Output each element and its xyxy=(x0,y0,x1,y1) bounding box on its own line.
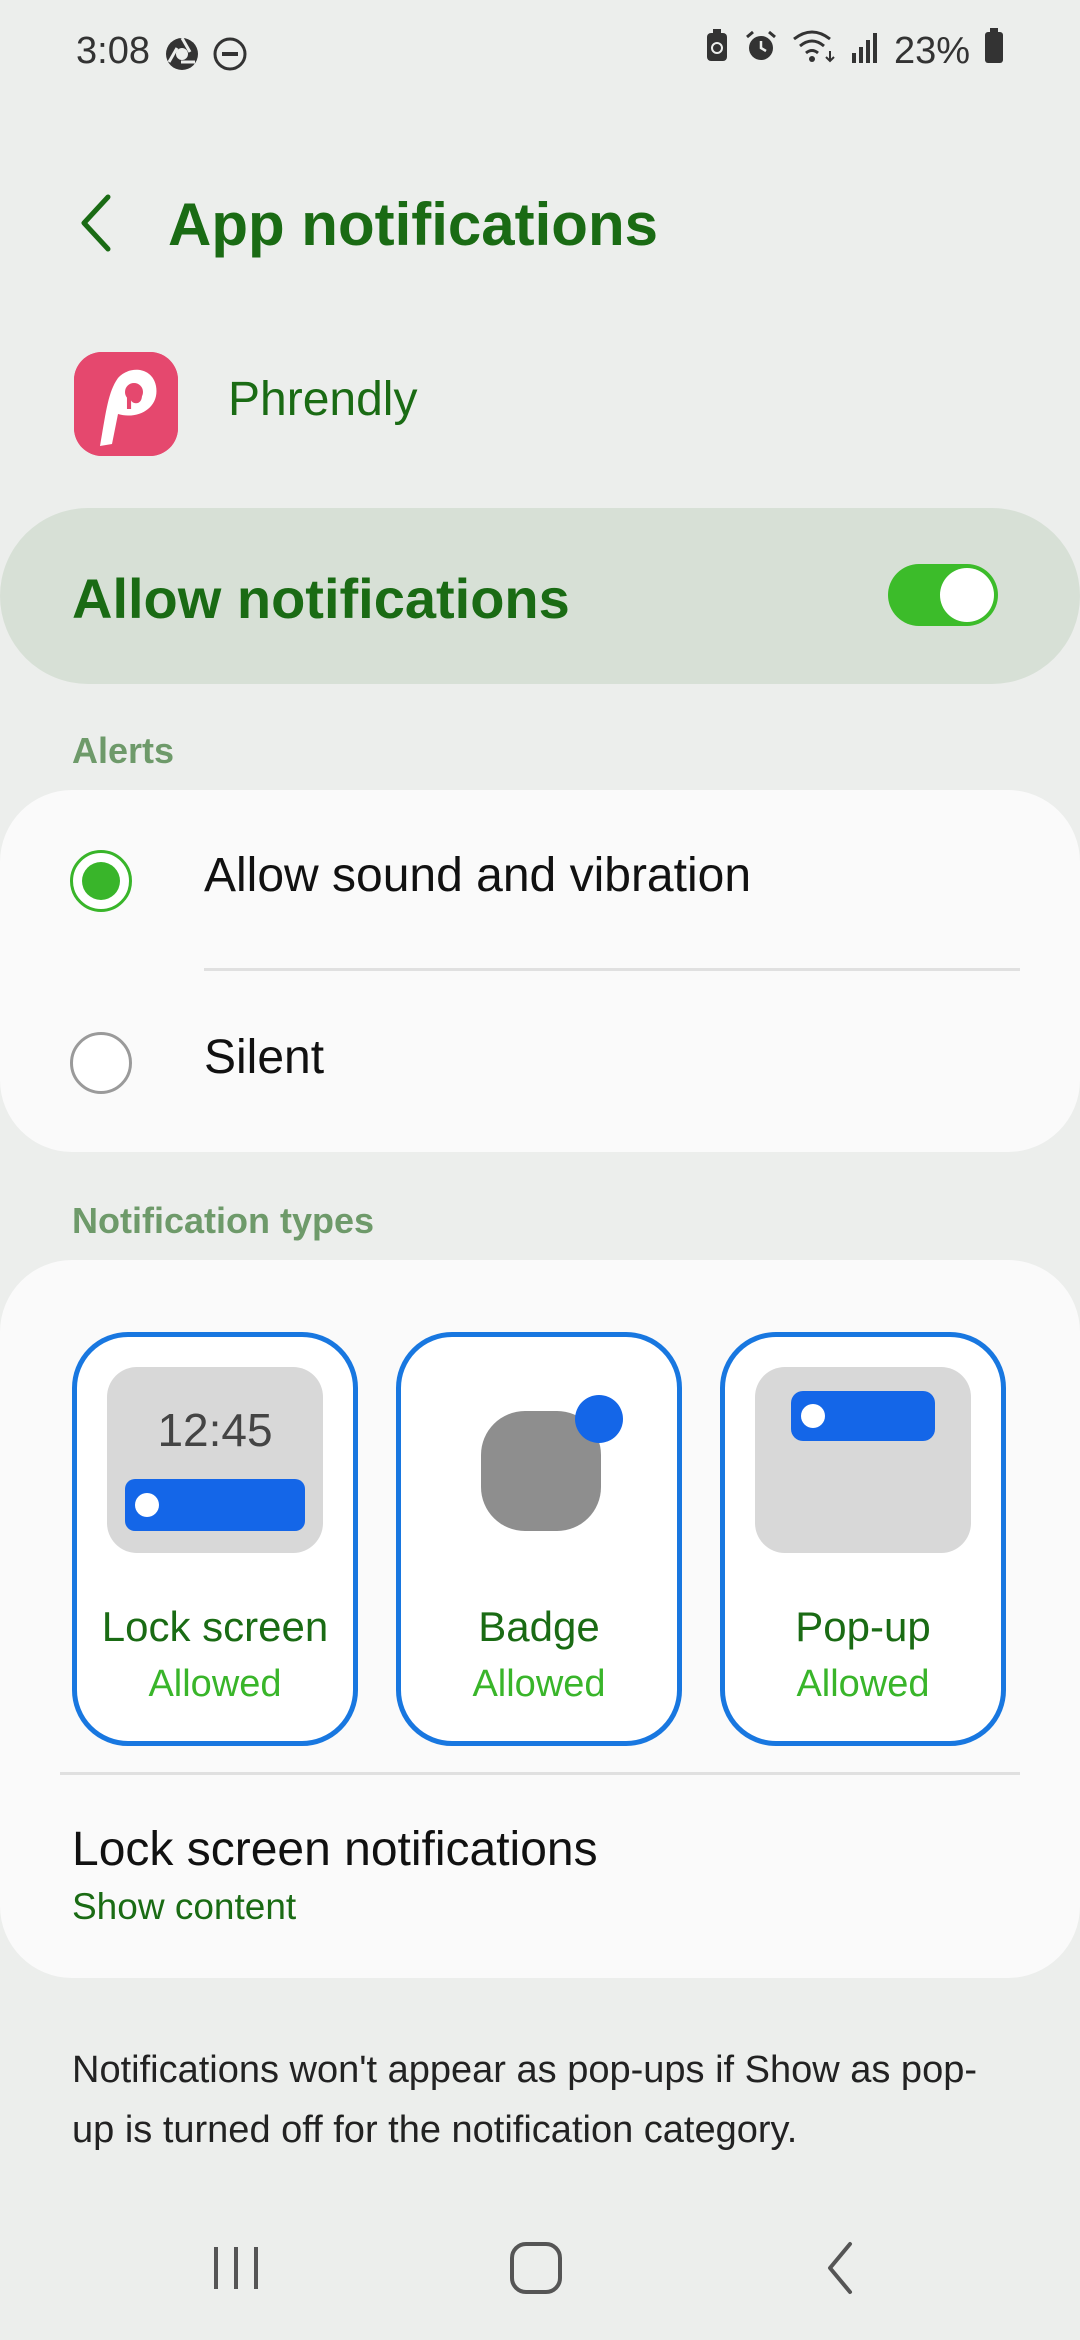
chrome-icon xyxy=(164,36,200,77)
recent-apps-icon xyxy=(210,2243,262,2298)
type-title-popup: Pop-up xyxy=(795,1603,931,1650)
banner-dot xyxy=(135,1493,159,1517)
back-button[interactable] xyxy=(66,190,126,260)
type-title-badge: Badge xyxy=(478,1603,600,1650)
phrendly-logo-icon: p xyxy=(74,352,178,456)
phrendly-logo-letter: p xyxy=(125,377,143,410)
lock-screen-preview: 12:45 xyxy=(107,1367,323,1553)
status-time: 3:08 xyxy=(76,30,150,72)
notification-types-section-header: Notification types xyxy=(72,1200,375,1241)
radio-selected-dot xyxy=(82,862,120,900)
radio-silent[interactable] xyxy=(70,1032,132,1094)
do-not-disturb-icon xyxy=(212,36,248,77)
option-label-sound-vibration: Allow sound and vibration xyxy=(204,849,752,902)
nav-back-button[interactable] xyxy=(780,2230,900,2310)
alarm-icon xyxy=(744,29,778,73)
chevron-left-icon xyxy=(76,193,116,258)
chevron-left-icon xyxy=(822,2240,858,2301)
battery-icon xyxy=(984,28,1004,74)
battery-saver-icon xyxy=(704,29,730,73)
divider xyxy=(204,968,1020,971)
toggle-knob xyxy=(940,568,994,622)
popup-preview-banner xyxy=(791,1391,935,1441)
notification-type-badge[interactable]: Badge Allowed xyxy=(396,1332,682,1746)
home-icon xyxy=(508,2240,564,2301)
home-button[interactable] xyxy=(476,2230,596,2310)
type-title-lock-screen: Lock screen xyxy=(101,1603,329,1650)
alert-option-silent[interactable]: Silent xyxy=(0,982,1080,1142)
type-status-lock-screen: Allowed xyxy=(148,1663,282,1705)
allow-notifications-toggle[interactable] xyxy=(888,564,998,626)
banner-dot xyxy=(801,1404,825,1428)
status-right-icons: 23% xyxy=(704,28,1004,74)
lock-screen-preview-time: 12:45 xyxy=(157,1404,273,1456)
recent-apps-button[interactable] xyxy=(176,2230,296,2310)
footer-note: Notifications won't appear as pop-ups if… xyxy=(72,2049,977,2151)
lock-screen-preview-banner xyxy=(125,1479,305,1531)
status-left-icons xyxy=(164,36,248,77)
type-status-badge: Allowed xyxy=(472,1663,606,1705)
badge-preview xyxy=(431,1367,647,1553)
notification-type-popup[interactable]: Pop-up Allowed xyxy=(720,1332,1006,1746)
alerts-section-header: Alerts xyxy=(72,730,175,771)
notification-type-lock-screen[interactable]: 12:45 Lock screen Allowed xyxy=(72,1332,358,1746)
type-status-popup: Allowed xyxy=(796,1663,930,1705)
lock-screen-notifications-value: Show content xyxy=(72,1886,297,1927)
badge-dot-icon xyxy=(575,1395,623,1443)
app-name: Phrendly xyxy=(228,373,418,426)
popup-preview xyxy=(755,1367,971,1553)
divider xyxy=(60,1772,1020,1775)
alert-option-sound-vibration[interactable]: Allow sound and vibration xyxy=(0,800,1080,970)
battery-percent: 23% xyxy=(893,29,970,72)
lock-screen-notifications-title: Lock screen notifications xyxy=(72,1823,598,1876)
signal-icon xyxy=(850,30,880,73)
option-label-silent: Silent xyxy=(204,1031,325,1084)
wifi-icon xyxy=(792,29,836,73)
allow-notifications-label: Allow notifications xyxy=(72,567,570,630)
page-title: App notifications xyxy=(168,191,658,258)
radio-sound-vibration[interactable] xyxy=(70,850,132,912)
